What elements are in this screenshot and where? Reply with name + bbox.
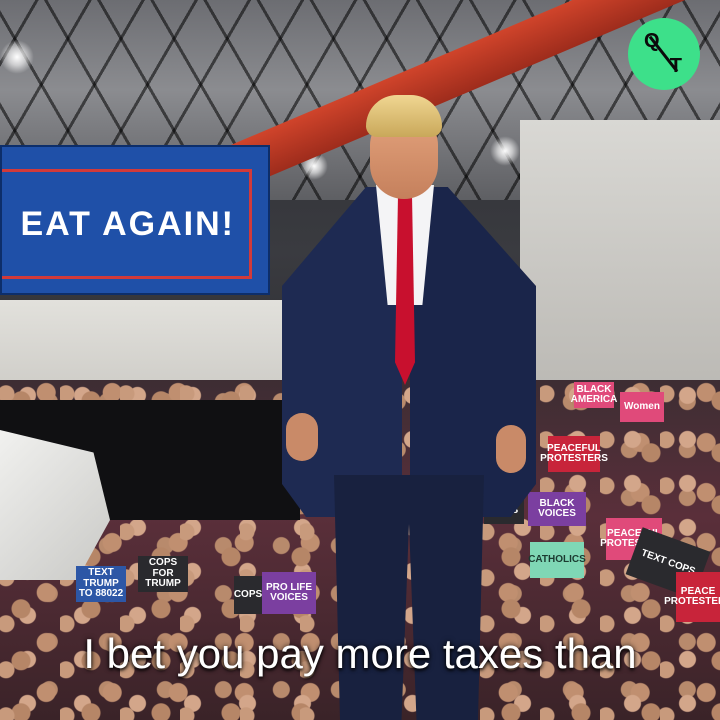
hand <box>286 413 318 461</box>
hand <box>496 425 526 473</box>
qt-logo-icon[interactable]: Q T <box>628 18 700 90</box>
crowd-sign: BLACK AMERICA <box>571 382 617 408</box>
crowd-sign: PEACE PROTESTERS <box>664 572 720 622</box>
banner-border: EAT AGAIN! <box>2 169 252 279</box>
suit-trousers <box>334 475 484 720</box>
video-frame: ME EAT AGAIN! BLACK AMERICA Women PEACEF… <box>0 0 720 720</box>
crowd-sign: PEACEFUL PROTESTERS <box>540 436 608 472</box>
hair <box>366 95 442 137</box>
subtitle-caption: I bet you pay more taxes than <box>83 630 637 677</box>
banner-text: EAT AGAIN! <box>20 204 235 243</box>
speaker-figure <box>278 95 540 720</box>
red-tie <box>395 195 415 385</box>
arena-wall <box>520 120 720 410</box>
crowd-sign: COPS FOR TRUMP <box>138 556 188 592</box>
campaign-banner: EAT AGAIN! <box>0 145 270 295</box>
ceiling-light <box>0 40 34 74</box>
crowd-sign: COPS <box>234 576 262 614</box>
crowd-sign: Women <box>620 392 664 422</box>
logo-t: T <box>669 55 682 77</box>
crowd-sign: TEXT TRUMP TO 88022 <box>76 566 126 602</box>
